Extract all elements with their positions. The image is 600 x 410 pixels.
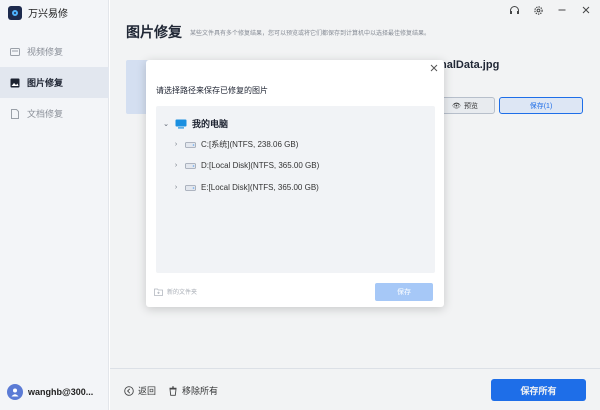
drive-label: D:[Local Disk](NTFS, 365.00 GB) <box>201 161 320 170</box>
chevron-right-icon[interactable]: › <box>172 162 180 169</box>
app-title: 万兴易修 <box>28 9 68 20</box>
sidebar: 万兴易修 视频修复 图片修复 文档修复 wanghb@300... <box>0 0 109 410</box>
user-name: wanghb@300... <box>28 387 94 397</box>
tree-root-label: 我的电脑 <box>192 119 229 129</box>
sidebar-item-video-repair[interactable]: 视频修复 <box>0 36 109 67</box>
tree-item-drive-c[interactable]: › C:[系统](NTFS, 238.06 GB) <box>172 139 299 150</box>
video-repair-icon <box>10 47 20 56</box>
drive-icon <box>185 141 196 148</box>
sidebar-item-label: 图片修复 <box>27 78 64 88</box>
tree-item-drive-e[interactable]: › E:[Local Disk](NTFS, 365.00 GB) <box>172 183 319 192</box>
sidebar-item-label: 文档修复 <box>27 109 64 119</box>
drive-label: E:[Local Disk](NTFS, 365.00 GB) <box>201 183 319 192</box>
sidebar-item-label: 视频修复 <box>27 47 64 57</box>
drive-label: C:[系统](NTFS, 238.06 GB) <box>201 140 299 149</box>
sidebar-item-photo-repair[interactable]: 图片修复 <box>0 67 109 98</box>
app-logo-icon <box>8 5 22 20</box>
app-logo-row: 万兴易修 <box>8 5 68 20</box>
user-account[interactable]: wanghb@300... <box>7 384 93 400</box>
folder-tree: ⌄ 我的电脑 › C:[系统](NTFS, 238.06 GB) › D:[Lo… <box>156 106 435 273</box>
tree-item-drive-d[interactable]: › D:[Local Disk](NTFS, 365.00 GB) <box>172 161 319 170</box>
document-repair-icon <box>11 108 19 119</box>
drive-icon <box>185 184 196 191</box>
avatar-icon <box>7 384 23 400</box>
photo-repair-icon <box>10 78 20 87</box>
sidebar-nav: 视频修复 图片修复 文档修复 <box>0 36 109 129</box>
chevron-right-icon[interactable]: › <box>172 141 180 148</box>
chevron-right-icon[interactable]: › <box>172 184 180 191</box>
computer-icon <box>175 119 187 128</box>
new-folder-label: 新的文件夹 <box>167 290 198 296</box>
sidebar-item-document-repair[interactable]: 文档修复 <box>0 98 109 129</box>
save-path-dialog: 请选择路径来保存已修复的图片 ⌄ 我的电脑 › C:[系统](NTFS, 238… <box>146 60 444 307</box>
tree-root-my-computer[interactable]: ⌄ 我的电脑 <box>162 117 228 130</box>
new-folder-button[interactable]: 新的文件夹 <box>154 287 197 296</box>
dialog-close-icon[interactable] <box>430 64 438 75</box>
dialog-save-button[interactable]: 保存 <box>375 283 433 301</box>
new-folder-icon <box>154 288 163 296</box>
drive-icon <box>185 162 196 169</box>
dialog-title: 请选择路径来保存已修复的图片 <box>156 86 268 95</box>
chevron-down-icon[interactable]: ⌄ <box>162 120 170 128</box>
